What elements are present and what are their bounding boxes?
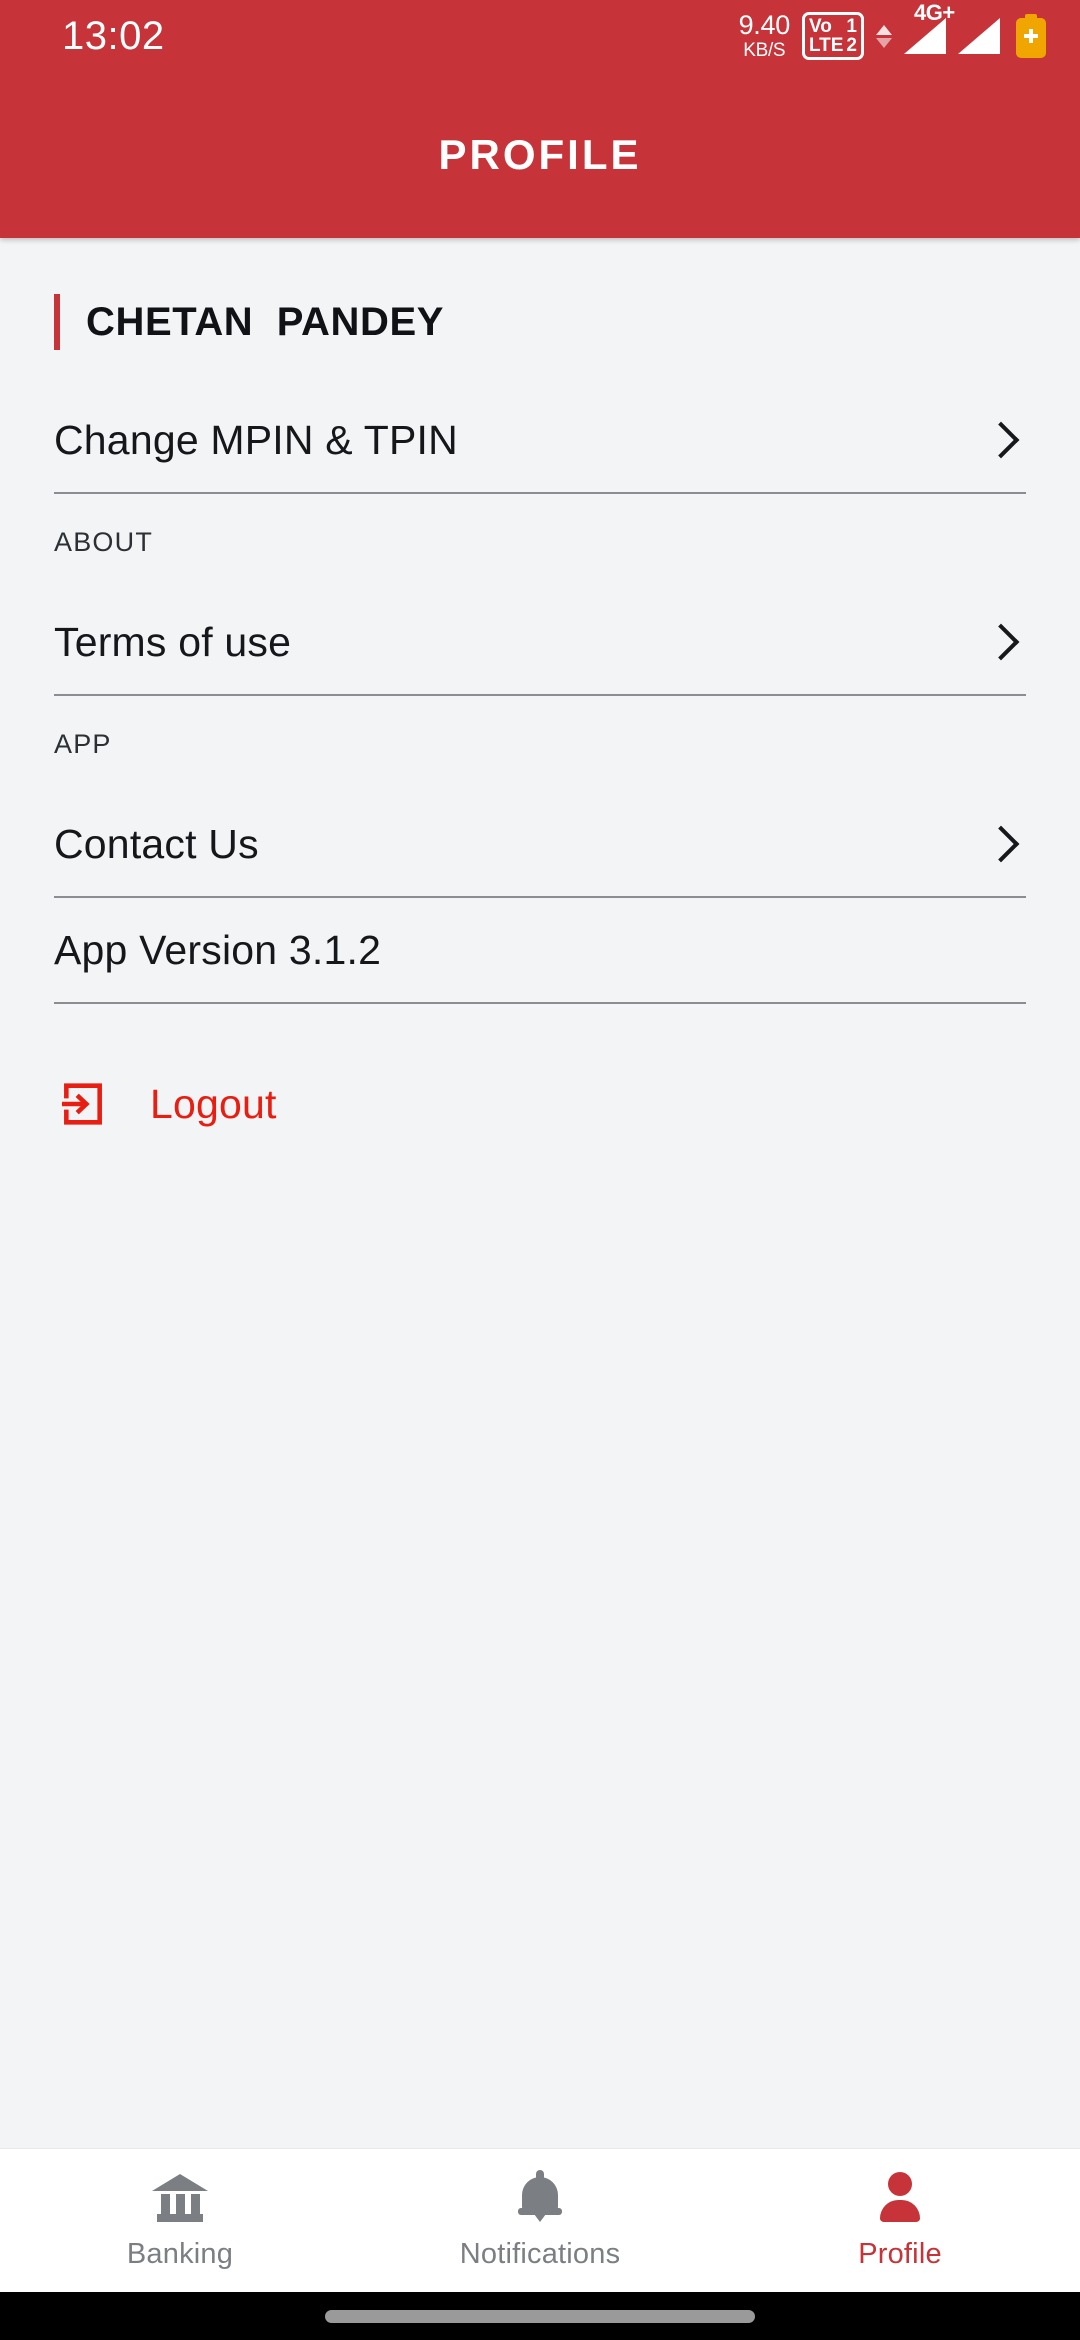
bank-icon: [152, 2170, 208, 2222]
nav-item-label: Notifications: [459, 2238, 621, 2270]
signal-bars-icon-sim1: 4G+: [904, 0, 955, 54]
menu-item-change-mpin-tpin[interactable]: Change MPIN & TPIN: [54, 388, 1026, 494]
chevron-right-icon: [982, 623, 1020, 661]
network-speed-unit: KB/S: [743, 40, 786, 61]
app-header: 13:02 9.40 KB/S Vo LTE 1 2 4G+ PROFILE: [0, 0, 1080, 238]
volte-label-bottom: LTE: [808, 35, 844, 56]
menu-item-contact-us[interactable]: Contact Us: [54, 792, 1026, 898]
gesture-handle[interactable]: [325, 2309, 755, 2323]
status-bar: 13:02 9.40 KB/S Vo LTE 1 2 4G+: [0, 0, 1080, 72]
nav-item-notifications[interactable]: Notifications: [360, 2149, 720, 2292]
section-heading-app: APP: [54, 728, 112, 759]
sim2-label: 2: [846, 35, 857, 56]
page-title: PROFILE: [438, 131, 642, 178]
nav-item-label: Profile: [858, 2238, 942, 2270]
menu-item-label: Change MPIN & TPIN: [54, 416, 458, 463]
status-bar-clock: 13:02: [62, 14, 165, 58]
bell-icon: [516, 2170, 564, 2222]
logout-button[interactable]: Logout: [54, 1050, 1026, 1158]
menu-item-label: Contact Us: [54, 820, 259, 867]
profile-content: CHETAN PANDEY Change MPIN & TPIN ABOUT T…: [0, 238, 1080, 2148]
chevron-right-icon: [982, 825, 1020, 863]
person-icon: [876, 2170, 924, 2222]
bottom-navigation-bar: Banking Notifications Profile: [0, 2148, 1080, 2292]
volte-icon: Vo LTE 1 2: [801, 11, 864, 61]
name-accent-bar: [54, 294, 60, 350]
updown-arrows-icon: [876, 24, 892, 48]
chevron-right-icon: [982, 421, 1020, 459]
battery-icon: [1016, 14, 1046, 58]
app-version-label: App Version 3.1.2: [54, 926, 382, 973]
logout-label: Logout: [150, 1080, 277, 1127]
network-speed-value: 9.40: [738, 10, 791, 40]
nav-item-banking[interactable]: Banking: [0, 2149, 360, 2292]
network-speed-indicator: 9.40 KB/S: [738, 10, 791, 61]
network-type-label: 4G+: [914, 0, 955, 25]
profile-screen: 13:02 9.40 KB/S Vo LTE 1 2 4G+ PROFILE C…: [0, 0, 1080, 2340]
logout-icon: [58, 1079, 108, 1129]
user-name: CHETAN PANDEY: [86, 299, 445, 344]
menu-item-terms-of-use[interactable]: Terms of use: [54, 590, 1026, 696]
menu-item-app-version: App Version 3.1.2: [54, 898, 1026, 1004]
section-heading-about: ABOUT: [54, 526, 154, 557]
sim1-label: 1: [846, 15, 857, 37]
nav-item-label: Banking: [126, 2238, 234, 2270]
signal-bars-icon-sim2: [958, 18, 1000, 54]
volte-label-top: Vo: [808, 15, 832, 37]
user-name-row: CHETAN PANDEY: [54, 238, 1026, 388]
system-gesture-bar: [0, 2292, 1080, 2340]
nav-item-profile[interactable]: Profile: [720, 2149, 1080, 2292]
status-bar-icons: 9.40 KB/S Vo LTE 1 2 4G+: [738, 0, 1046, 61]
menu-item-label: Terms of use: [54, 618, 292, 665]
